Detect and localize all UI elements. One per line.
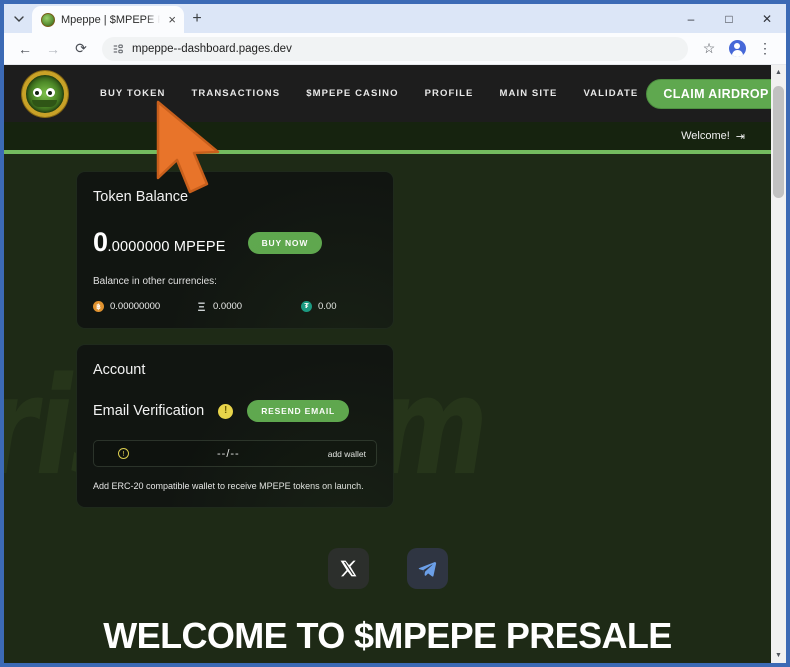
other-currencies-row: ฿ 0.00000000 Ξ 0.0000 ₮ 0.00 xyxy=(93,299,377,314)
add-wallet-button[interactable]: add wallet xyxy=(328,449,366,459)
maximize-button[interactable]: □ xyxy=(710,4,748,33)
site-navbar: BUY TOKEN TRANSACTIONS $MPEPE CASINO PRO… xyxy=(4,65,771,122)
minimize-button[interactable]: – xyxy=(672,4,710,33)
close-window-button[interactable]: ✕ xyxy=(748,4,786,33)
browser-toolbar: ← → ⟳ mpeppe--dashboard.pages.dev ☆ ⋮ xyxy=(4,33,786,65)
welcome-text: Welcome! xyxy=(681,130,730,142)
browser-menu-icon[interactable]: ⋮ xyxy=(752,36,778,62)
toolbar-right: ☆ ⋮ xyxy=(696,36,778,62)
wallet-value: --/-- xyxy=(217,447,240,460)
scrollbar-track[interactable] xyxy=(771,80,786,648)
dashboard-content: Token Balance 0.0000000 MPEPE BUY NOW Ba… xyxy=(4,154,771,508)
token-balance-row: 0.0000000 MPEPE BUY NOW xyxy=(93,227,377,258)
back-icon[interactable]: ← xyxy=(12,36,38,62)
tab-search-button[interactable] xyxy=(6,8,32,30)
mpeppe-coin-logo[interactable] xyxy=(22,70,68,117)
nav-mpepe-casino[interactable]: $MPEPE CASINO xyxy=(306,88,398,99)
nav-main-site[interactable]: MAIN SITE xyxy=(500,88,558,99)
claim-airdrop-button[interactable]: CLAIM AIRDROP xyxy=(646,78,771,109)
hero-section: WELCOME TO $MPEPE PRESALE Join the most … xyxy=(4,548,771,663)
scrollbar-thumb[interactable] xyxy=(773,86,784,198)
balance-usdt-value: 0.00 xyxy=(318,301,337,312)
email-warning-badge: ! xyxy=(218,403,234,419)
nav-validate[interactable]: VALIDATE xyxy=(583,88,638,99)
tab-close-icon[interactable]: × xyxy=(166,13,178,26)
balance-usdt: ₮ 0.00 xyxy=(301,301,337,312)
email-verification-label: Email Verification xyxy=(93,403,205,419)
tab-title: Mpeppe | $MPEPE Presale Live xyxy=(61,13,160,26)
forward-icon[interactable]: → xyxy=(40,36,66,62)
site-info-icon[interactable] xyxy=(112,43,124,55)
hero-title: WELCOME TO $MPEPE PRESALE xyxy=(103,615,672,656)
token-balance-amount: 0.0000000 MPEPE xyxy=(93,227,226,258)
resend-email-button[interactable]: RESEND EMAIL xyxy=(247,400,350,422)
nav-profile[interactable]: PROFILE xyxy=(425,88,474,99)
page-scrollbar[interactable]: ▲ ▼ xyxy=(771,65,786,663)
social-links xyxy=(4,548,771,589)
tether-icon: ₮ xyxy=(301,301,312,312)
bitcoin-icon: ฿ xyxy=(93,301,104,312)
bookmark-star-icon[interactable]: ☆ xyxy=(696,36,722,62)
balance-decimal: .0000000 MPEPE xyxy=(107,239,226,255)
nav-transactions[interactable]: TRANSACTIONS xyxy=(192,88,281,99)
url-text: mpeppe--dashboard.pages.dev xyxy=(132,42,292,55)
browser-window: Mpeppe | $MPEPE Presale Live × + – □ ✕ ←… xyxy=(0,0,790,667)
web-page: risk.com BUY TOKEN TRANSACTIONS $MPEPE C… xyxy=(4,65,771,663)
telegram-icon[interactable] xyxy=(406,548,448,589)
balance-eth: Ξ 0.0000 xyxy=(196,299,301,314)
welcome-bar: Welcome! ⇥ xyxy=(4,122,771,154)
balance-btc-value: 0.00000000 xyxy=(110,301,161,312)
wallet-warning-icon: ! xyxy=(118,448,129,459)
address-bar[interactable]: mpeppe--dashboard.pages.dev xyxy=(102,36,688,61)
logout-icon[interactable]: ⇥ xyxy=(736,130,745,143)
balance-integer: 0 xyxy=(93,227,108,257)
other-currencies-label: Balance in other currencies: xyxy=(93,276,217,287)
email-verification-row: Email Verification ! RESEND EMAIL xyxy=(93,400,377,422)
nav-buy-token[interactable]: BUY TOKEN xyxy=(100,88,166,99)
account-card: Account Email Verification ! RESEND EMAI… xyxy=(76,344,394,508)
token-balance-title: Token Balance xyxy=(93,189,189,205)
profile-avatar[interactable] xyxy=(724,36,750,62)
scroll-up-arrow[interactable]: ▲ xyxy=(771,65,786,80)
wallet-row[interactable]: ! --/-- add wallet xyxy=(93,440,377,467)
account-title: Account xyxy=(93,362,146,378)
x-twitter-icon[interactable] xyxy=(327,548,369,589)
balance-btc: ฿ 0.00000000 xyxy=(93,301,196,312)
token-balance-card: Token Balance 0.0000000 MPEPE BUY NOW Ba… xyxy=(76,171,394,329)
browser-tab[interactable]: Mpeppe | $MPEPE Presale Live × xyxy=(32,6,184,33)
page-viewport: risk.com BUY TOKEN TRANSACTIONS $MPEPE C… xyxy=(4,65,786,663)
wallet-helper-text: Add ERC-20 compatible wallet to receive … xyxy=(93,481,364,491)
buy-now-button[interactable]: BUY NOW xyxy=(247,231,323,254)
new-tab-button[interactable]: + xyxy=(184,6,210,32)
balance-eth-value: 0.0000 xyxy=(213,301,243,312)
site-nav-links: BUY TOKEN TRANSACTIONS $MPEPE CASINO PRO… xyxy=(100,88,638,99)
scroll-down-arrow[interactable]: ▼ xyxy=(771,648,786,663)
tab-favicon xyxy=(41,12,55,27)
reload-icon[interactable]: ⟳ xyxy=(68,36,94,62)
window-controls: – □ ✕ xyxy=(672,4,786,33)
tab-strip: Mpeppe | $MPEPE Presale Live × + – □ ✕ xyxy=(4,4,786,33)
ethereum-icon: Ξ xyxy=(197,299,206,314)
